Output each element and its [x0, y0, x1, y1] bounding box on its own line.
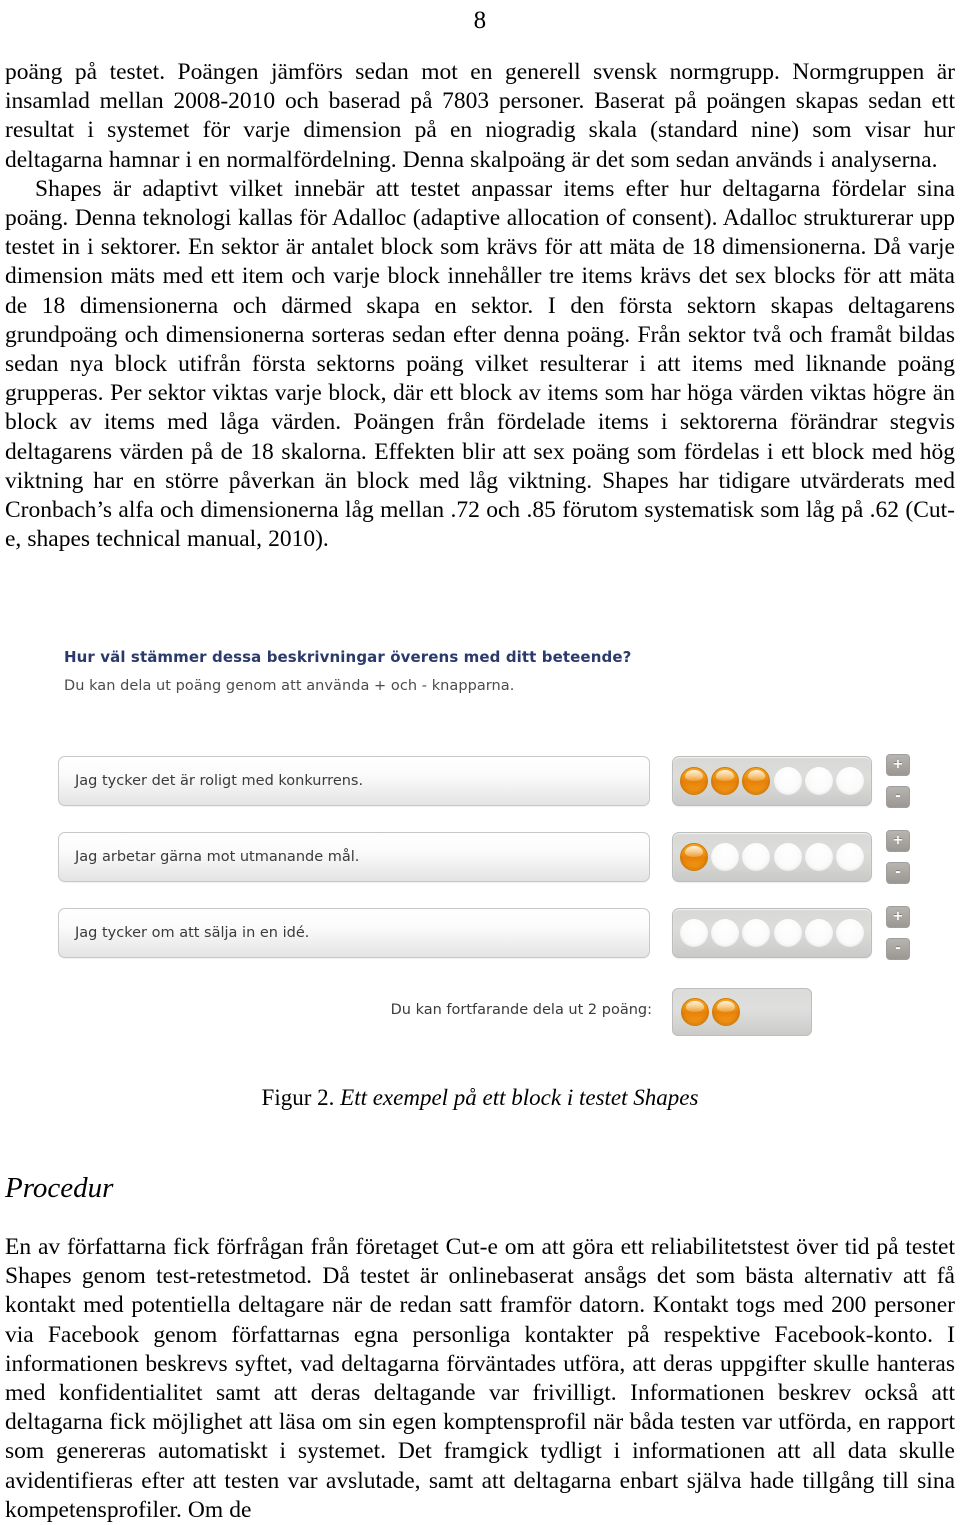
score-token-empty[interactable]: [773, 843, 802, 871]
paragraph-3: En av författarna fick förfrågan från fö…: [5, 1234, 955, 1523]
item-statement-box: Jag arbetar gärna mot utmanande mål.: [58, 832, 650, 882]
decrement-button[interactable]: -: [886, 862, 910, 884]
figure-caption-label: Figur 2.: [261, 1085, 335, 1110]
score-token-empty[interactable]: [835, 843, 864, 871]
score-token-empty[interactable]: [711, 843, 740, 871]
item-statement-text: Jag tycker det är roligt med konkurrens.: [75, 773, 364, 789]
remaining-points-row: Du kan fortfarande dela ut 2 poäng:: [58, 988, 902, 1038]
score-token-empty[interactable]: [773, 767, 802, 795]
paragraph-2: Shapes är adaptivt vilket innebär att te…: [5, 175, 955, 553]
body-paragraph-block-1: poäng på testet. Poängen jämförs sedan m…: [5, 58, 955, 554]
score-token-empty[interactable]: [711, 919, 740, 947]
remaining-token-filled[interactable]: [712, 998, 740, 1026]
item-statement-box: Jag tycker det är roligt med konkurrens.: [58, 756, 650, 806]
score-token-empty[interactable]: [835, 767, 864, 795]
item-statement-text: Jag arbetar gärna mot utmanande mål.: [75, 849, 360, 865]
item-row: Jag tycker det är roligt med konkurrens.…: [58, 754, 910, 808]
document-page: 8 poäng på testet. Poängen jämförs sedan…: [0, 0, 960, 1523]
remaining-token-filled[interactable]: [681, 998, 709, 1026]
score-token-filled[interactable]: [742, 767, 771, 795]
score-token-empty[interactable]: [804, 767, 833, 795]
score-token-filled[interactable]: [680, 767, 708, 795]
decrement-button[interactable]: -: [886, 786, 910, 808]
remaining-points-tray: [672, 988, 812, 1036]
item-score-tray[interactable]: [672, 908, 872, 958]
score-token-filled[interactable]: [711, 767, 740, 795]
score-token-empty[interactable]: [804, 843, 833, 871]
increment-button[interactable]: +: [886, 830, 910, 852]
item-score-tray[interactable]: [672, 756, 872, 806]
item-row: Jag tycker om att sälja in en idé. + -: [58, 906, 910, 960]
score-token-empty[interactable]: [835, 919, 864, 947]
page-number: 8: [473, 7, 487, 34]
remaining-points-label: Du kan fortfarande dela ut 2 poäng:: [390, 1002, 652, 1018]
increment-button[interactable]: +: [886, 754, 910, 776]
item-score-tray[interactable]: [672, 832, 872, 882]
figure-question-heading: Hur väl stämmer dessa beskrivningar över…: [64, 648, 632, 666]
paragraph-1: poäng på testet. Poängen jämförs sedan m…: [5, 59, 955, 173]
item-row: Jag arbetar gärna mot utmanande mål. + -: [58, 830, 910, 884]
section-heading-procedur: Procedur: [5, 1172, 114, 1204]
body-paragraph-block-2: En av författarna fick förfrågan från fö…: [5, 1233, 955, 1525]
increment-button[interactable]: +: [886, 906, 910, 928]
figure-caption-text: Ett exempel på ett block i testet Shapes: [334, 1085, 699, 1110]
score-stepper: + -: [886, 830, 912, 884]
figure-caption: Figur 2. Ett exempel på ett block i test…: [0, 1084, 960, 1112]
score-token-empty[interactable]: [773, 919, 802, 947]
figure-instruction-text: Du kan dela ut poäng genom att använda +…: [64, 678, 515, 694]
item-statement-text: Jag tycker om att sälja in en idé.: [75, 925, 310, 941]
decrement-button[interactable]: -: [886, 938, 910, 960]
score-token-empty[interactable]: [742, 843, 771, 871]
score-token-empty[interactable]: [742, 919, 771, 947]
score-token-empty[interactable]: [804, 919, 833, 947]
score-stepper: + -: [886, 906, 912, 960]
score-stepper: + -: [886, 754, 912, 808]
score-token-empty[interactable]: [680, 919, 708, 947]
item-statement-box: Jag tycker om att sälja in en idé.: [58, 908, 650, 958]
figure-shapes-block-screenshot: Hur väl stämmer dessa beskrivningar över…: [50, 636, 910, 1066]
score-token-filled[interactable]: [680, 843, 708, 871]
